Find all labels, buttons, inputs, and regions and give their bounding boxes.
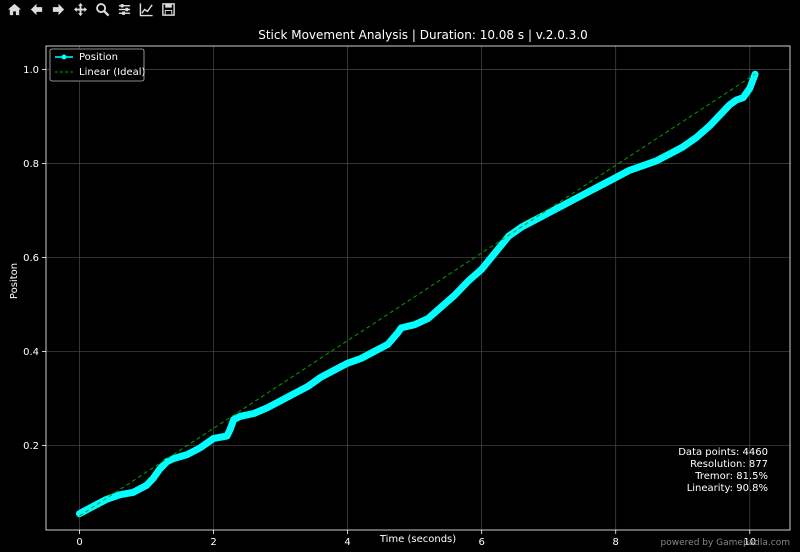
data-point-position — [317, 374, 324, 381]
data-point-position — [357, 355, 365, 362]
data-point-position — [250, 410, 257, 417]
data-point-position — [706, 122, 713, 130]
data-point-position — [163, 458, 170, 466]
data-point-position — [116, 491, 123, 498]
data-point-position — [170, 455, 177, 462]
stat-tremor: Tremor: 81.5% — [694, 471, 768, 482]
data-point-position — [227, 425, 234, 433]
stat-data-points: Data points: 4460 — [678, 447, 768, 458]
data-point-position — [545, 209, 552, 216]
legend: Position Linear (Ideal) — [49, 48, 146, 82]
toolbar — [0, 0, 800, 19]
data-point-position — [264, 404, 271, 411]
legend-marker-position — [61, 54, 67, 60]
data-point-position — [290, 390, 298, 397]
x-tick-label: 8 — [613, 537, 619, 548]
data-point-position — [451, 291, 459, 299]
data-point-position — [733, 96, 740, 104]
edit-axis-icon[interactable] — [136, 1, 156, 19]
stat-resolution: Resolution: 877 — [690, 459, 768, 470]
data-point-position — [237, 413, 244, 420]
data-point-position — [331, 367, 338, 374]
legend-label-linear: Linear (Ideal) — [79, 67, 146, 78]
data-point-position — [203, 439, 211, 447]
data-point-position — [398, 324, 405, 332]
data-point-position — [438, 303, 445, 310]
data-point-position — [491, 249, 499, 256]
x-tick-label: 4 — [344, 537, 350, 548]
data-point-position — [129, 489, 137, 496]
data-point-position — [585, 188, 593, 195]
data-point-position — [478, 266, 485, 273]
data-point-position — [223, 432, 231, 440]
data-point-position — [210, 435, 217, 442]
y-tick-label: 0.4 — [23, 347, 39, 358]
data-point-position — [230, 416, 237, 423]
x-tick-label: 6 — [478, 537, 484, 548]
data-point-position — [150, 475, 157, 482]
data-point-position — [739, 94, 747, 101]
data-point-position — [679, 143, 686, 151]
pan-icon[interactable] — [70, 1, 90, 19]
data-point-position — [89, 503, 97, 510]
save-icon[interactable] — [158, 1, 178, 19]
y-axis-label: Positon — [9, 263, 20, 299]
data-point-position — [746, 85, 753, 92]
data-point-position — [558, 202, 566, 209]
data-point-position — [652, 157, 660, 165]
y-tick-label: 0.6 — [23, 253, 39, 264]
back-icon[interactable] — [26, 1, 46, 19]
configure-icon[interactable] — [114, 1, 134, 19]
data-point-position — [411, 321, 418, 328]
watermark: powered by Gamepadla.com — [660, 538, 790, 548]
data-point-position — [572, 195, 579, 202]
x-tick-label: 0 — [76, 537, 82, 548]
data-point-position — [693, 134, 700, 141]
data-point-position — [277, 397, 284, 404]
data-point-position — [726, 101, 733, 108]
data-point-position — [197, 444, 204, 451]
stat-linearity: Linearity: 90.8% — [687, 483, 768, 494]
data-point-position — [384, 341, 391, 348]
chart-title: Stick Movement Analysis | Duration: 10.0… — [258, 28, 588, 42]
x-axis-label: Time (seconds) — [379, 534, 456, 545]
home-icon[interactable] — [4, 1, 24, 19]
data-point-position — [304, 383, 311, 390]
data-point-position — [625, 167, 633, 174]
data-point-position — [666, 150, 673, 158]
x-tick-label: 2 — [210, 537, 216, 548]
data-point-position — [505, 233, 512, 240]
data-point-position — [156, 465, 164, 473]
zoom-icon[interactable] — [92, 1, 112, 19]
data-point-position — [612, 174, 619, 181]
data-point-position — [639, 162, 646, 169]
data-point-position — [719, 108, 727, 116]
data-point-position — [183, 451, 190, 458]
legend-label-position: Position — [79, 52, 118, 63]
y-tick-label: 0.8 — [23, 159, 39, 170]
data-point-position — [371, 348, 378, 355]
y-tick-label: 1.0 — [23, 65, 39, 76]
forward-icon[interactable] — [48, 1, 68, 19]
y-tick-label: 0.2 — [23, 441, 39, 452]
data-point-position — [599, 181, 606, 188]
data-point-position — [424, 315, 432, 322]
data-point-position — [143, 482, 150, 489]
data-point-position — [465, 277, 472, 285]
chart: Stick Movement Analysis | Duration: 10.0… — [0, 19, 800, 552]
data-point-position — [344, 360, 351, 367]
